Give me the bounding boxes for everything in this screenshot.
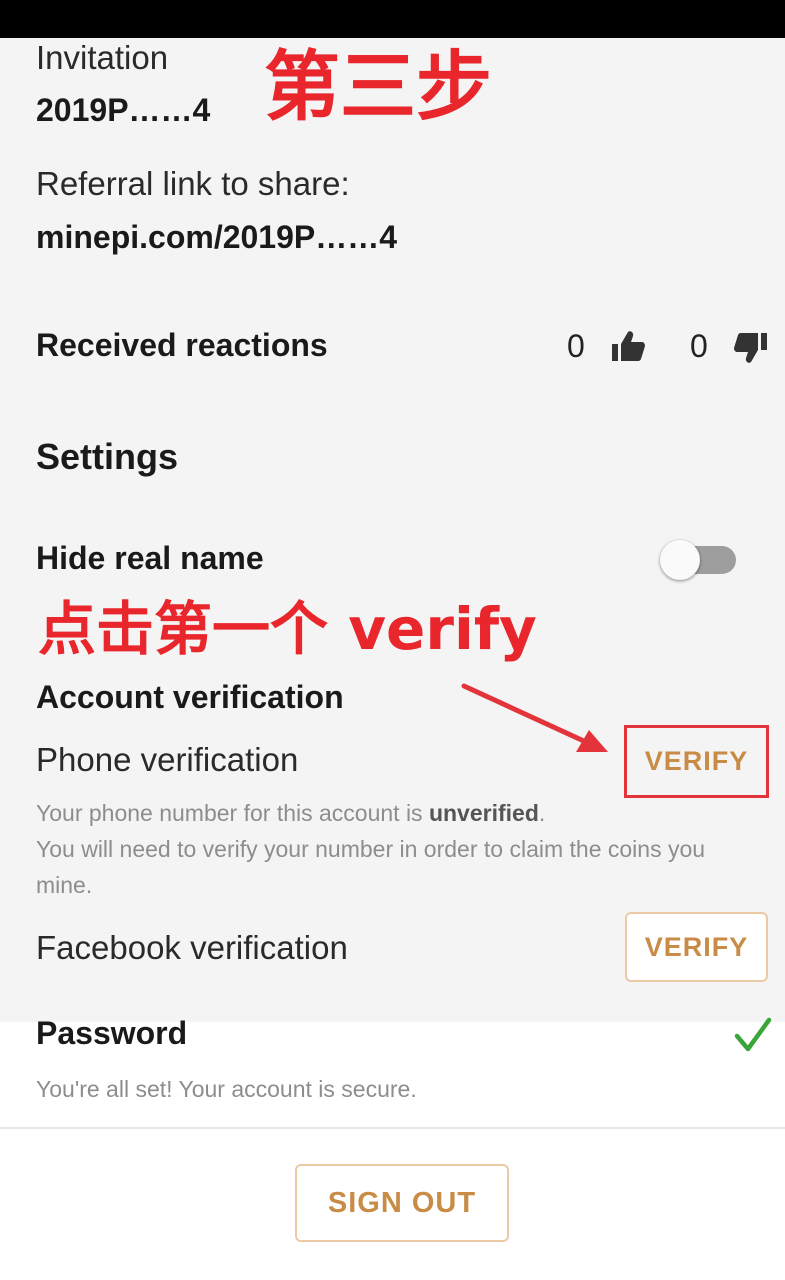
thumbs-up-count: 0 xyxy=(567,328,585,364)
referral-label: Referral link to share: xyxy=(36,165,350,202)
help-prefix: Your phone number for this account is xyxy=(36,800,429,826)
help-line2: You will need to verify your number in o… xyxy=(36,836,706,898)
received-reactions-title: Received reactions xyxy=(36,327,328,363)
facebook-verify-button[interactable]: VERIFY xyxy=(625,912,768,982)
settings-title: Settings xyxy=(36,436,179,477)
unverified-status: unverified xyxy=(428,800,539,826)
thumbs-down-count: 0 xyxy=(690,328,708,364)
password-status-text: You're all set! Your account is secure. xyxy=(36,1076,417,1102)
thumbs-up-icon[interactable] xyxy=(610,330,646,362)
divider xyxy=(0,1127,785,1129)
help-suffix: . xyxy=(538,800,546,826)
arrow-annotation xyxy=(461,683,608,752)
instruction-annotation: 点击第一个 verify xyxy=(38,595,537,663)
sign-out-button[interactable]: SIGN OUT xyxy=(295,1164,509,1242)
status-bar xyxy=(0,0,785,38)
thumbs-down-icon[interactable] xyxy=(733,332,769,364)
phone-verification-label: Phone verification xyxy=(36,741,299,778)
invitation-code: 2019P……4 xyxy=(36,92,211,128)
hide-real-name-toggle[interactable] xyxy=(660,540,738,580)
referral-link[interactable]: minepi.com/2019P……4 xyxy=(36,219,397,256)
checkmark-icon xyxy=(734,1017,772,1052)
phone-verification-help: Your phone number for this account is un… xyxy=(36,795,756,903)
toggle-knob xyxy=(660,540,700,580)
hide-real-name-label: Hide real name xyxy=(36,540,264,576)
password-title: Password xyxy=(36,1015,188,1051)
step-annotation: 第三步 xyxy=(264,42,492,131)
phone-verify-button[interactable]: VERIFY xyxy=(630,731,763,791)
facebook-verification-label: Facebook verification xyxy=(36,929,348,966)
account-verification-title: Account verification xyxy=(36,679,344,715)
invitation-label: Invitation xyxy=(36,39,169,76)
